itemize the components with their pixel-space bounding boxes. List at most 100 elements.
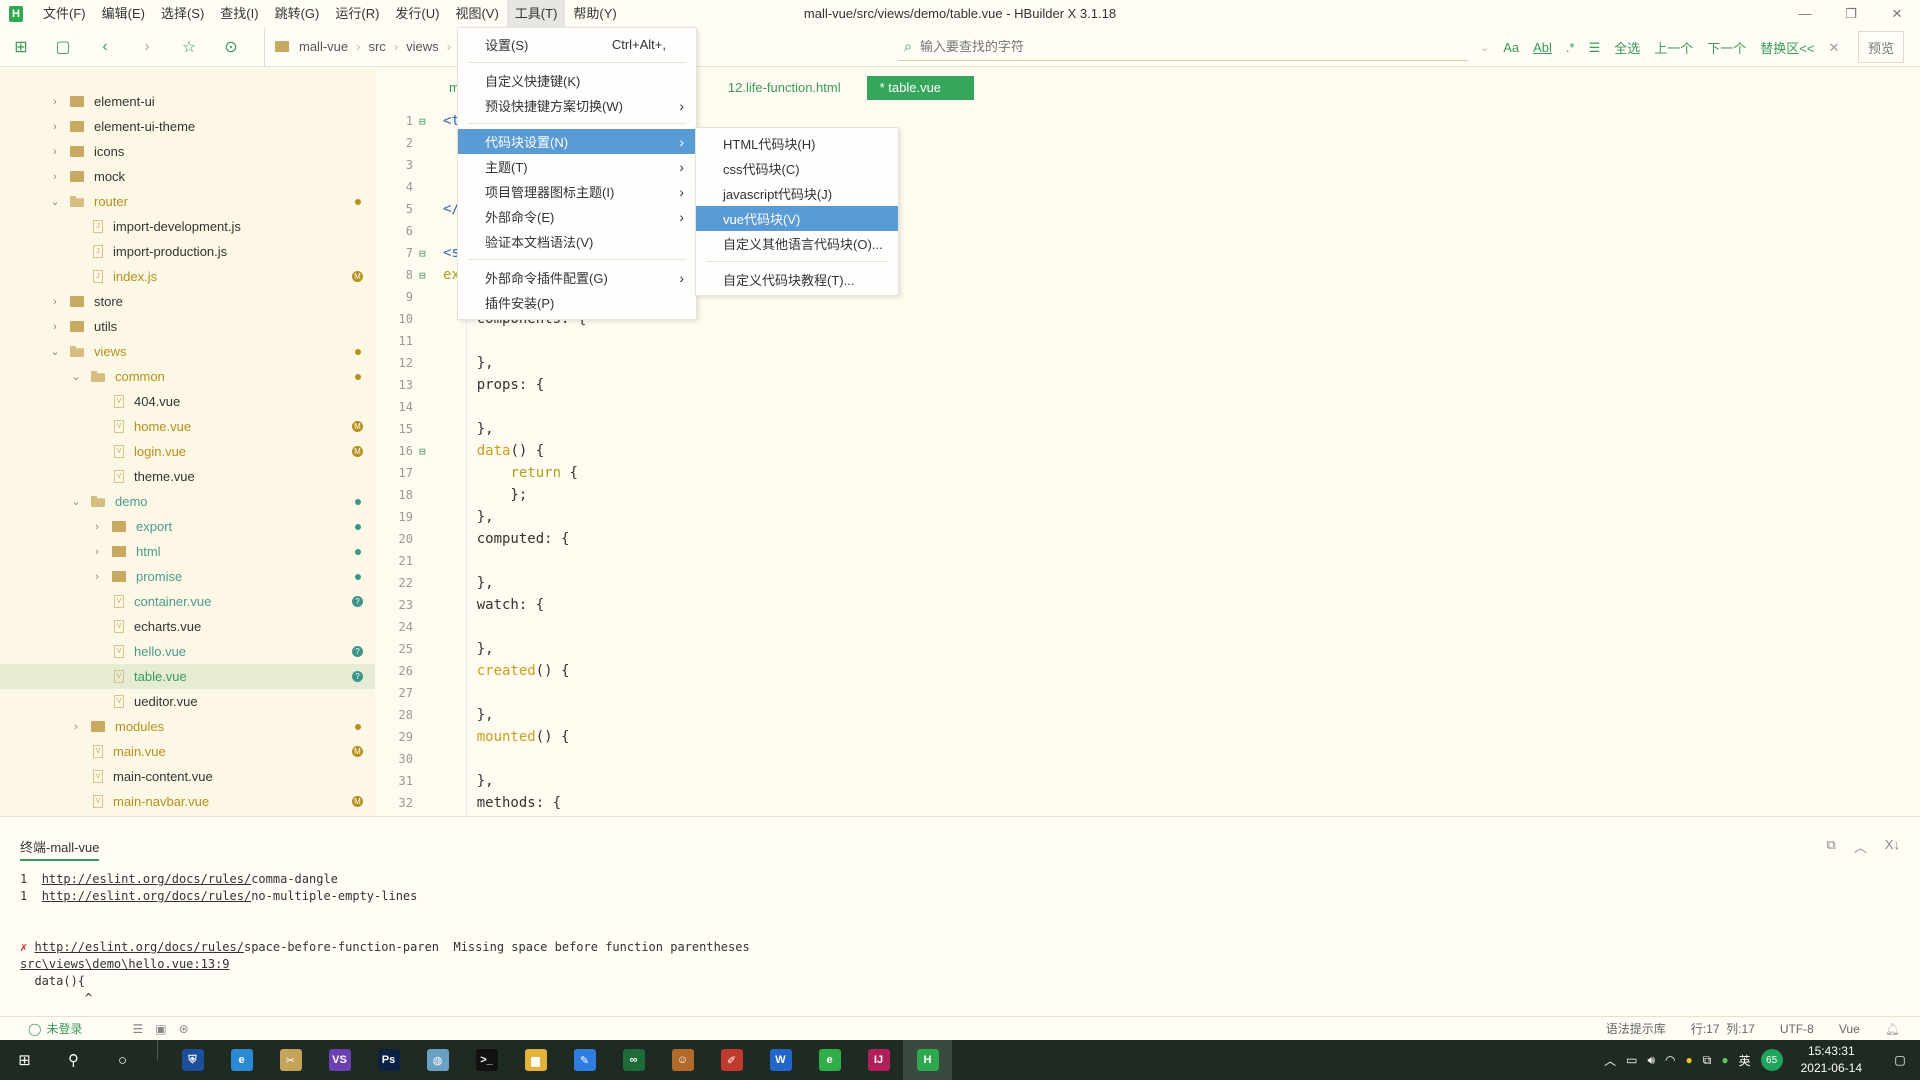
editor-tab[interactable]: * table.vue bbox=[866, 76, 974, 100]
tree-folder[interactable]: › store bbox=[0, 289, 375, 314]
menu-item[interactable]: 设置(S) Ctrl+Alt+, bbox=[458, 32, 696, 57]
tree-folder[interactable]: › html bbox=[0, 539, 375, 564]
breadcrumb-item[interactable]: src bbox=[368, 39, 385, 54]
restore-button[interactable]: ❐ bbox=[1828, 0, 1874, 27]
chevron-right-icon[interactable]: › bbox=[69, 721, 83, 733]
fold-toggle-icon[interactable]: ⊟ bbox=[419, 247, 433, 260]
battery-icon[interactable]: ▭ bbox=[1626, 1053, 1637, 1067]
fold-toggle-icon[interactable]: ⊟ bbox=[419, 445, 433, 458]
taskbar-app-feishu[interactable]: ✎ bbox=[560, 1040, 609, 1080]
notification-bell-icon[interactable]: 🔔︎ bbox=[1885, 1022, 1900, 1036]
chevron-right-icon[interactable]: › bbox=[48, 121, 62, 133]
encoding[interactable]: UTF-8 bbox=[1780, 1022, 1814, 1036]
maximize-panel-icon[interactable]: ︿ bbox=[1854, 837, 1867, 856]
find-next-button[interactable]: 下一个 bbox=[1707, 38, 1746, 57]
run-icon[interactable]: ⊙ bbox=[210, 27, 252, 67]
syntax-library[interactable]: 语法提示库 bbox=[1606, 1020, 1666, 1037]
tray-app-icon[interactable]: ● bbox=[1686, 1053, 1693, 1067]
language-mode[interactable]: Vue bbox=[1839, 1022, 1860, 1036]
whole-word-toggle[interactable]: Abl bbox=[1533, 40, 1552, 55]
chevron-down-icon[interactable]: ⌄ bbox=[1480, 41, 1489, 54]
menu-1[interactable]: 编辑(E) bbox=[94, 0, 153, 27]
tree-file[interactable]: Vtable.vue? bbox=[0, 664, 375, 689]
menu-5[interactable]: 运行(R) bbox=[327, 0, 387, 27]
chevron-right-icon[interactable]: › bbox=[48, 296, 62, 308]
menu-9[interactable]: 帮助(Y) bbox=[565, 0, 624, 27]
taskbar-app-explorer[interactable]: ▆ bbox=[511, 1040, 560, 1080]
menu-item[interactable]: 自定义快捷键(K) bbox=[458, 68, 696, 93]
close-window-button[interactable]: ✕ bbox=[1874, 0, 1920, 27]
taskbar-app-defender[interactable]: ⛨ bbox=[168, 1040, 217, 1080]
menu-item[interactable]: 代码块设置(N) › bbox=[458, 129, 696, 154]
menu-item[interactable]: 验证本文档语法(V) bbox=[458, 229, 696, 254]
search-input[interactable] bbox=[919, 39, 1320, 54]
tray-expand-icon[interactable]: ︿ bbox=[1604, 1052, 1616, 1069]
menu-item[interactable]: 主题(T) › bbox=[458, 154, 696, 179]
chevron-right-icon[interactable]: › bbox=[48, 321, 62, 333]
tree-folder[interactable]: › mock bbox=[0, 164, 375, 189]
clock[interactable]: 15:43:31 2021-06-14 bbox=[1801, 1043, 1862, 1077]
select-all-button[interactable]: 全选 bbox=[1614, 38, 1640, 57]
tree-file[interactable]: Vecharts.vue bbox=[0, 614, 375, 639]
tree-folder[interactable]: › promise bbox=[0, 564, 375, 589]
menu-item[interactable]: 项目管理器图标主题(I) › bbox=[458, 179, 696, 204]
terminal-link[interactable]: http://eslint.org/docs/rules/ bbox=[42, 889, 252, 903]
menu-item[interactable]: 外部命令插件配置(G) › bbox=[458, 265, 696, 290]
taskbar-app-word-app[interactable]: W bbox=[756, 1040, 805, 1080]
tree-file[interactable]: Vhello.vue? bbox=[0, 639, 375, 664]
editor-tab[interactable]: 12.life-function.html bbox=[702, 76, 867, 100]
new-file-icon[interactable]: ⊞ bbox=[0, 27, 42, 67]
menu-3[interactable]: 查找(I) bbox=[212, 0, 266, 27]
taskbar-app-ie[interactable]: e bbox=[217, 1040, 266, 1080]
console-icon[interactable]: ⊛ bbox=[179, 1022, 189, 1036]
menu-item[interactable]: 自定义代码块教程(T)... bbox=[696, 267, 898, 292]
cursor-position[interactable]: 行:17 列:17 bbox=[1691, 1020, 1755, 1037]
taskbar-app-green-app[interactable]: ∞ bbox=[609, 1040, 658, 1080]
tree-folder[interactable]: ⌄ demo bbox=[0, 489, 375, 514]
taskbar-app-hbuilder[interactable]: H bbox=[903, 1040, 952, 1080]
terminal-link[interactable]: src\views\demo\hello.vue:13:9 bbox=[20, 957, 230, 971]
tree-file[interactable]: Jimport-production.js bbox=[0, 239, 375, 264]
tray-screen-icon[interactable]: ⧉ bbox=[1703, 1053, 1712, 1068]
wechat-icon[interactable]: ● bbox=[1721, 1053, 1728, 1067]
tree-folder[interactable]: ⌄ common bbox=[0, 364, 375, 389]
menu-item[interactable]: 预设快捷键方案切换(W) › bbox=[458, 93, 696, 118]
menu-8[interactable]: 工具(T) bbox=[506, 0, 566, 27]
taskbar-app-qq-browser[interactable]: e bbox=[805, 1040, 854, 1080]
tree-file[interactable]: Jimport-development.js bbox=[0, 214, 375, 239]
preview-button[interactable]: 预览 bbox=[1858, 31, 1904, 63]
volume-icon[interactable]: 🔊︎ bbox=[1647, 1053, 1655, 1068]
tree-file[interactable]: Vmain.vue M bbox=[0, 739, 375, 764]
taskbar-app-jetbrains[interactable]: IJ bbox=[854, 1040, 903, 1080]
tree-file[interactable]: Vhome.vue M bbox=[0, 414, 375, 439]
taskbar-app-photoshop[interactable]: Ps bbox=[364, 1040, 413, 1080]
taskbar-app-chrome-like[interactable]: ◍ bbox=[413, 1040, 462, 1080]
chevron-down-icon[interactable]: ⌄ bbox=[48, 345, 62, 358]
chevron-down-icon[interactable]: ⌄ bbox=[69, 370, 83, 383]
tree-file[interactable]: Vlogin.vue M bbox=[0, 439, 375, 464]
tree-file[interactable]: Vtheme.vue bbox=[0, 464, 375, 489]
search-icon[interactable]: ⚲ bbox=[49, 1040, 98, 1080]
save-icon[interactable]: ▢ bbox=[42, 27, 84, 67]
fold-toggle-icon[interactable]: ⊟ bbox=[419, 269, 433, 282]
action-center-icon[interactable]: ▢ bbox=[1880, 1053, 1920, 1067]
match-case-toggle[interactable]: Aa bbox=[1503, 40, 1519, 55]
tree-file[interactable]: Vcontainer.vue? bbox=[0, 589, 375, 614]
tree-folder[interactable]: › icons bbox=[0, 139, 375, 164]
taskbar-app-pen-app[interactable]: ✐ bbox=[707, 1040, 756, 1080]
chevron-right-icon[interactable]: › bbox=[48, 171, 62, 183]
breadcrumb-item[interactable]: mall-vue bbox=[299, 39, 348, 54]
back-icon[interactable]: ‹ bbox=[84, 27, 126, 67]
wrap-toggle[interactable]: ☰ bbox=[1589, 40, 1601, 56]
login-status[interactable]: ◯ 未登录 bbox=[28, 1020, 82, 1037]
chevron-right-icon[interactable]: › bbox=[48, 146, 62, 158]
chevron-right-icon[interactable]: › bbox=[90, 521, 104, 533]
tree-file[interactable]: Vmain-navbar.vue M bbox=[0, 789, 375, 814]
outline-icon[interactable]: ☰ bbox=[132, 1022, 143, 1036]
chevron-down-icon[interactable]: ⌄ bbox=[69, 495, 83, 508]
menu-item[interactable]: 外部命令(E) › bbox=[458, 204, 696, 229]
menu-item[interactable]: vue代码块(V) bbox=[696, 206, 898, 231]
menu-item[interactable]: css代码块(C) bbox=[696, 156, 898, 181]
chevron-down-icon[interactable]: ⌄ bbox=[48, 195, 62, 208]
menu-6[interactable]: 发行(U) bbox=[387, 0, 447, 27]
